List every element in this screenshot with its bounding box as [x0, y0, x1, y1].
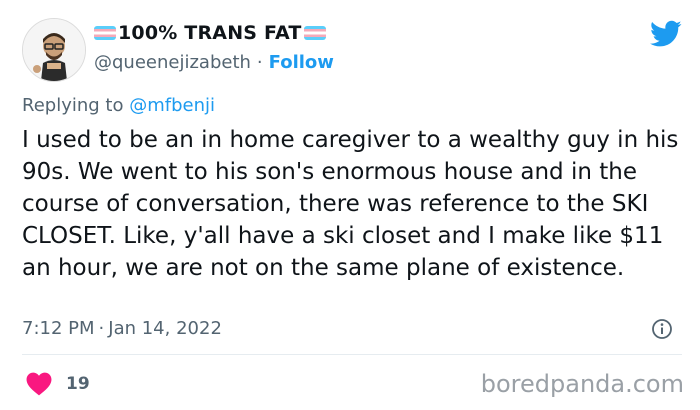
avatar-illustration: [23, 19, 85, 81]
heart-icon: [26, 372, 52, 396]
separator-dot: ·: [256, 52, 263, 73]
replying-to: Replying to @mfbenji: [22, 95, 215, 116]
tweet-timestamp[interactable]: 7:12 PM · Jan 14, 2022: [22, 318, 222, 339]
tweet-time: 7:12 PM: [22, 318, 95, 339]
separator-dot: ·: [98, 318, 105, 339]
replying-prefix: Replying to: [22, 95, 124, 116]
tweet-text: I used to be an in home caregiver to a w…: [22, 127, 679, 281]
tweet-date: Jan 14, 2022: [108, 318, 222, 339]
info-icon[interactable]: [651, 318, 673, 340]
divider: [22, 354, 682, 355]
follow-button[interactable]: Follow: [269, 52, 334, 73]
like-count: 19: [66, 374, 90, 394]
avatar[interactable]: [22, 18, 86, 82]
like-button[interactable]: 19: [26, 372, 90, 396]
user-handle[interactable]: @queenejizabeth: [94, 52, 251, 73]
display-name-row[interactable]: 100% TRANS FAT: [94, 22, 326, 44]
trans-flag-icon: [94, 26, 116, 40]
tweet-header: 100% TRANS FAT @queenejizabeth · Follow: [22, 14, 682, 84]
trans-flag-icon: [303, 26, 326, 40]
reply-mention-link[interactable]: @mfbenji: [129, 95, 215, 116]
twitter-bird-icon[interactable]: [650, 20, 682, 48]
display-name[interactable]: 100% TRANS FAT: [118, 22, 302, 44]
site-watermark: boredpanda.com: [480, 370, 684, 398]
handle-row: @queenejizabeth · Follow: [94, 52, 334, 73]
